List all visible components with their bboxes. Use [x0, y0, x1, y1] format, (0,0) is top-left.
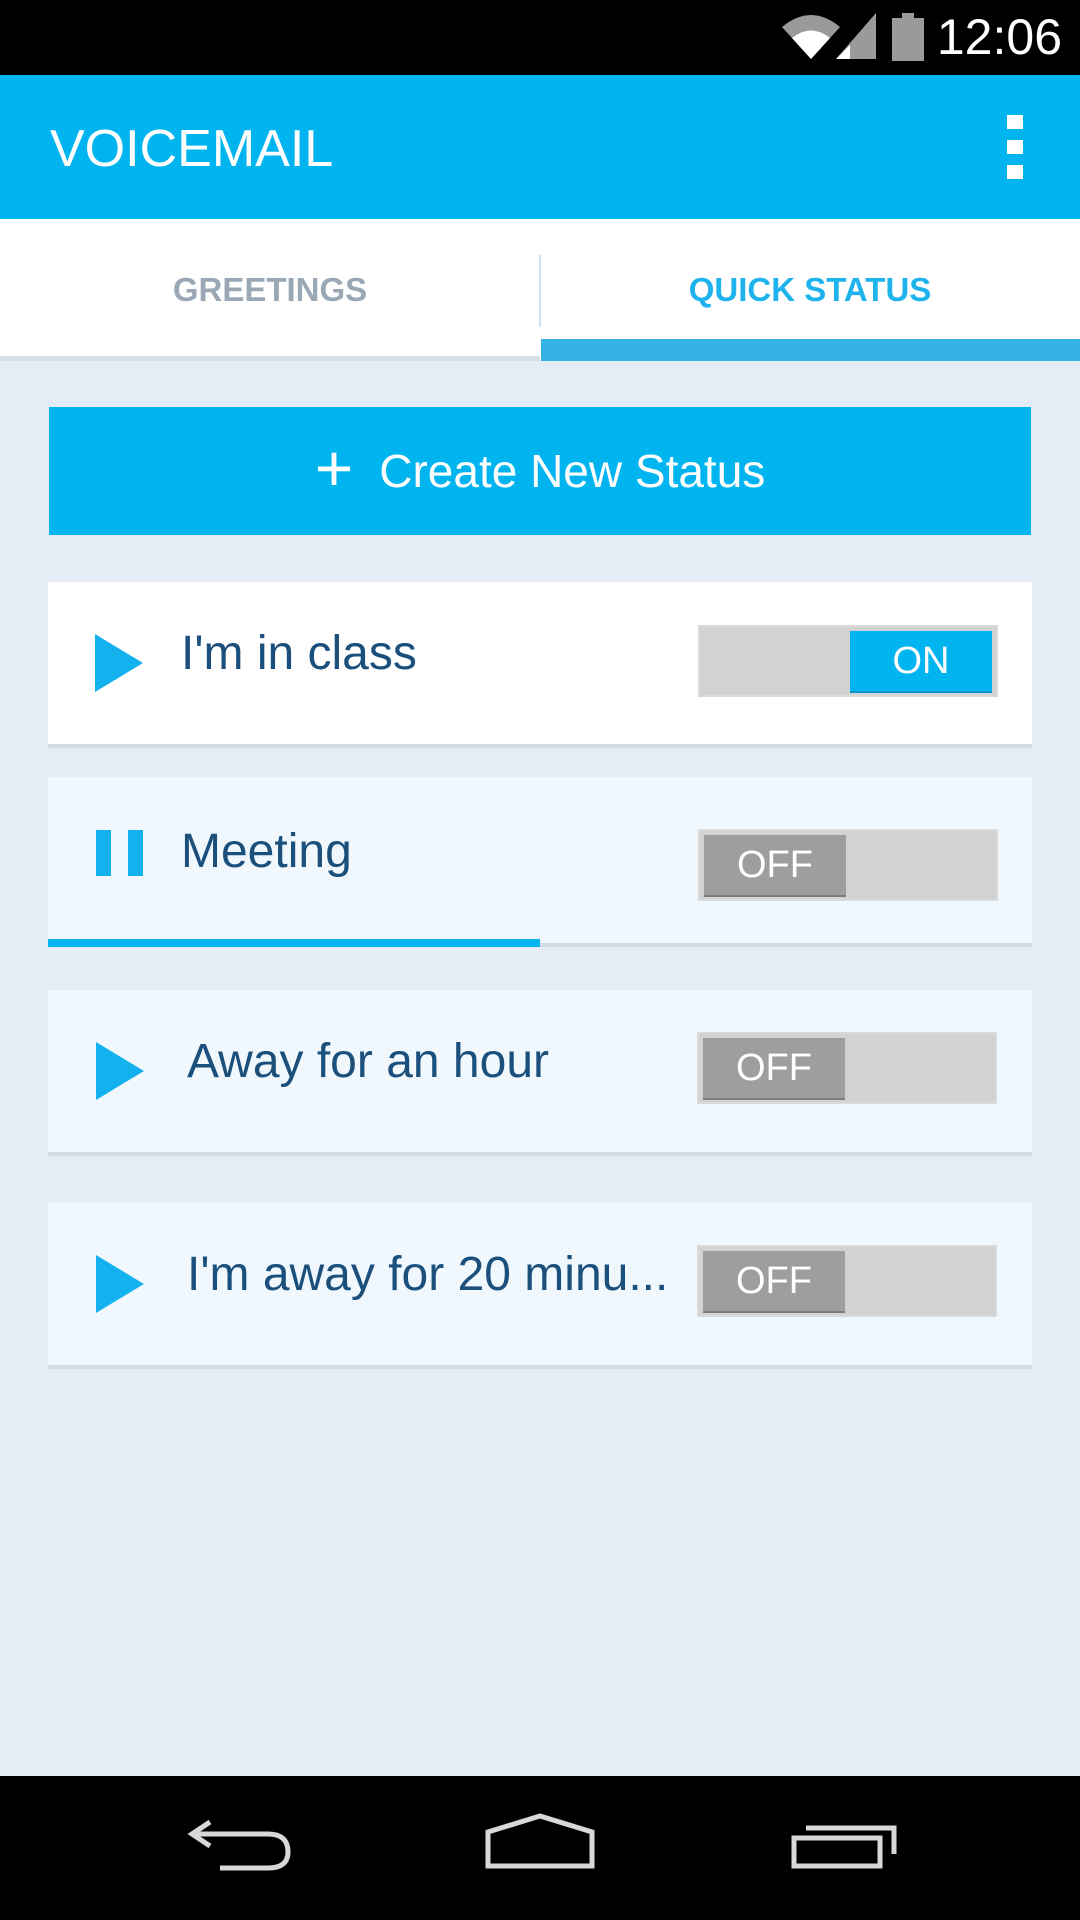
status-toggle[interactable]: OFF	[698, 829, 998, 901]
status-item-in-class[interactable]: I'm in class ON	[48, 582, 1032, 748]
tab-bar: GREETINGS QUICK STATUS	[0, 219, 1080, 361]
play-icon[interactable]	[96, 1042, 144, 1100]
create-new-status-label: Create New Status	[379, 445, 766, 497]
signal-icon	[836, 13, 876, 59]
tab-baseline	[0, 356, 540, 361]
status-label: Away for an hour	[187, 1035, 549, 1088]
status-item-away-hour[interactable]: Away for an hour OFF	[48, 990, 1032, 1156]
home-icon[interactable]	[470, 1808, 610, 1888]
status-bar: 12:06	[0, 0, 1080, 75]
plus-icon: +	[314, 431, 354, 505]
overflow-menu-icon[interactable]	[990, 115, 1040, 179]
clock: 12:06	[936, 9, 1062, 65]
status-item-away-20[interactable]: I'm away for 20 minu... OFF	[48, 1203, 1032, 1369]
pause-icon[interactable]	[96, 830, 144, 876]
battery-icon	[892, 13, 924, 61]
status-toggle[interactable]: ON	[698, 625, 998, 697]
status-label: I'm in class	[181, 627, 417, 680]
status-toggle[interactable]: OFF	[697, 1245, 997, 1317]
toggle-knob: ON	[850, 631, 992, 693]
toggle-knob: OFF	[704, 835, 846, 897]
status-label: Meeting	[181, 825, 352, 878]
toggle-knob: OFF	[703, 1038, 845, 1100]
wifi-icon	[782, 15, 840, 59]
play-icon[interactable]	[96, 1255, 144, 1313]
back-icon[interactable]	[170, 1808, 310, 1888]
create-new-status-button[interactable]: + Create New Status	[49, 407, 1031, 535]
play-icon[interactable]	[95, 634, 143, 692]
tab-selected-indicator	[541, 339, 1080, 361]
recent-apps-icon[interactable]	[770, 1808, 910, 1888]
playback-progress-bar	[48, 939, 540, 947]
app-title: VOICEMAIL	[50, 120, 334, 178]
toggle-knob: OFF	[703, 1251, 845, 1313]
tab-greetings[interactable]: GREETINGS	[0, 219, 540, 361]
app-bar: VOICEMAIL	[0, 75, 1080, 219]
status-item-meeting[interactable]: Meeting OFF	[48, 777, 1032, 947]
status-label: I'm away for 20 minu...	[187, 1248, 669, 1301]
status-toggle[interactable]: OFF	[697, 1032, 997, 1104]
navigation-bar	[0, 1776, 1080, 1920]
